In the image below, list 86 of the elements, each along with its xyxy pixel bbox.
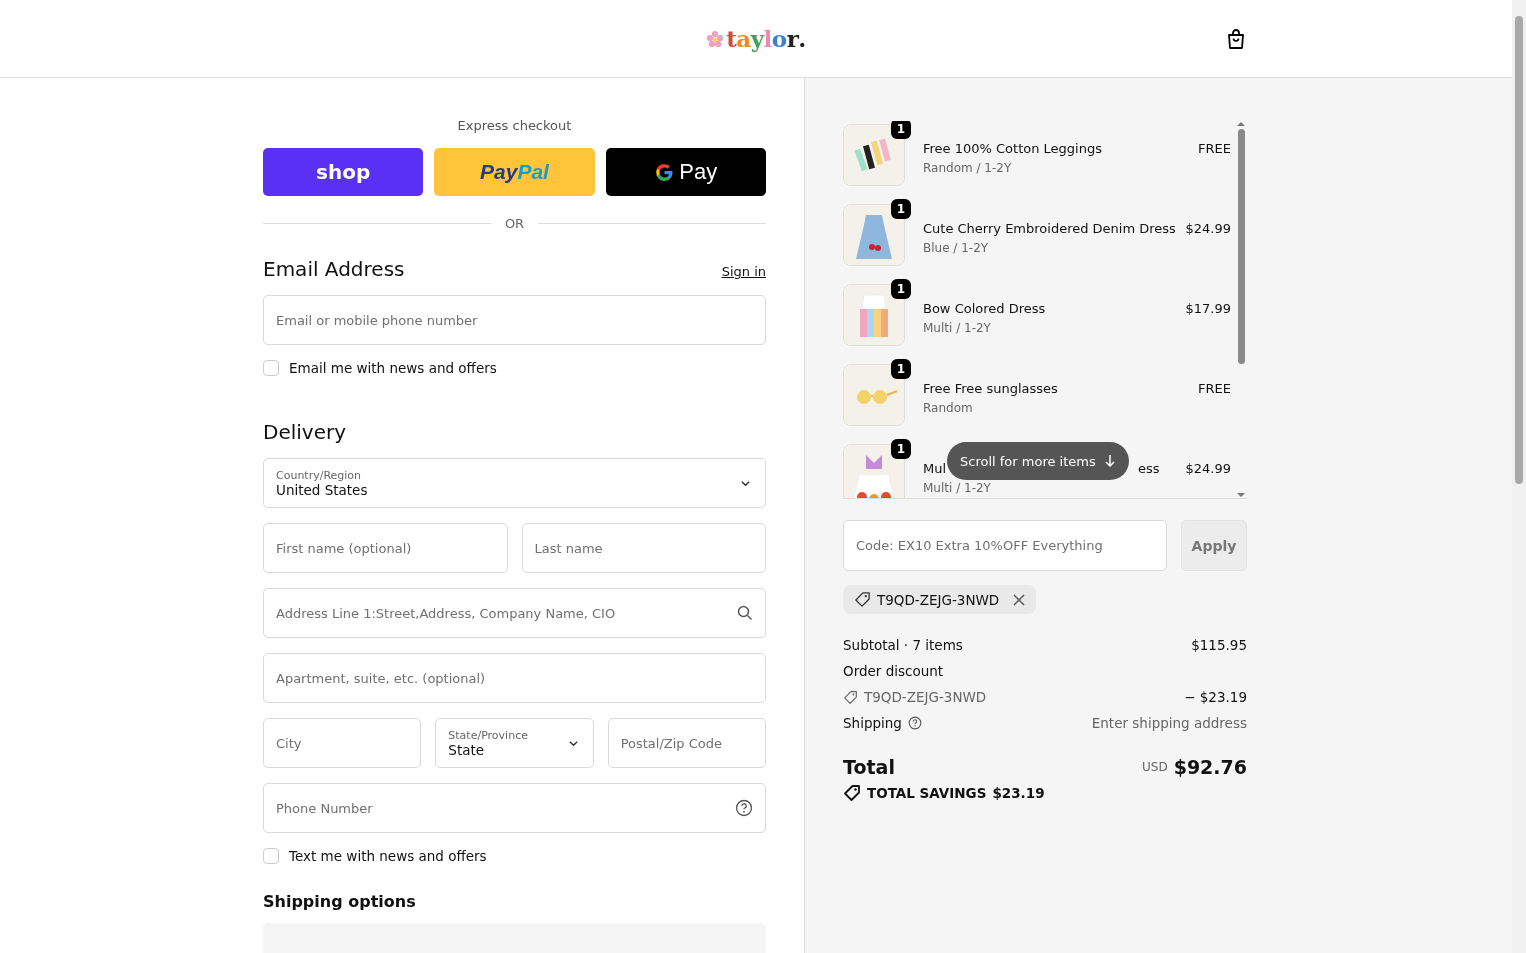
- product-name: Free Free sunglasses: [923, 381, 1058, 396]
- flower-icon: [706, 29, 725, 48]
- product-name: Mul: [923, 461, 947, 476]
- text-input[interactable]: First name (optional): [276, 540, 495, 556]
- checkbox[interactable]: [263, 848, 279, 864]
- product-price: $17.99: [1185, 300, 1232, 316]
- discount-code-input[interactable]: Code: EX10 Extra 10%OFF Everything: [856, 538, 1154, 553]
- subtotal-value: $115.95: [1191, 637, 1247, 653]
- select-field[interactable]: State/Province State: [435, 718, 594, 768]
- product-price: FREE: [1198, 380, 1232, 396]
- product-name: Free 100% Cotton Leggings: [923, 141, 1102, 156]
- shop-pay-button[interactable]: shop: [263, 148, 424, 196]
- google-pay-button[interactable]: Pay: [605, 148, 766, 196]
- checkbox-label: Email me with news and offers: [289, 360, 497, 376]
- text-input[interactable]: Last name: [534, 540, 753, 556]
- quantity-badge: 1: [891, 439, 911, 459]
- product-price: $24.99: [1185, 460, 1232, 476]
- logo[interactable]: taylor.: [706, 25, 806, 52]
- total-label: Total: [843, 756, 895, 778]
- discount-value: − $23.19: [1184, 689, 1247, 705]
- total-savings-value: $23.19: [992, 785, 1045, 801]
- discount-tag-code: T9QD-ZEJG-3NWD: [877, 591, 1000, 608]
- search-icon[interactable]: [737, 605, 753, 621]
- input-field[interactable]: Last name: [521, 523, 766, 573]
- quantity-badge: 1: [891, 359, 911, 379]
- or-divider-label: OR: [504, 216, 525, 231]
- scrollbar[interactable]: [1235, 121, 1247, 498]
- shipping-value: Enter shipping address: [1091, 715, 1247, 731]
- arrow-down-icon: [1103, 454, 1116, 468]
- text-input[interactable]: Postal/Zip Code: [620, 735, 753, 751]
- total-savings-label: TOTAL SAVINGS: [867, 785, 987, 801]
- quantity-badge: 1: [891, 279, 911, 299]
- sign-in-link[interactable]: Sign in: [721, 264, 766, 279]
- input-field[interactable]: Phone Number: [263, 783, 766, 833]
- shopping-bag-icon[interactable]: [1226, 28, 1246, 50]
- shipping-label: Shipping: [843, 715, 902, 731]
- checkbox-label: Text me with news and offers: [289, 848, 487, 864]
- product-price: $24.99: [1185, 220, 1232, 236]
- close-icon[interactable]: [1013, 593, 1026, 606]
- quantity-badge: 1: [891, 199, 911, 219]
- help-icon[interactable]: [735, 799, 753, 817]
- product-variant: Random / 1-2Y: [923, 161, 1013, 175]
- input-field[interactable]: Apartment, suite, etc. (optional): [263, 653, 766, 703]
- paypal-button[interactable]: PayPal: [434, 148, 595, 196]
- text-input[interactable]: Apartment, suite, etc. (optional): [276, 670, 753, 686]
- checkbox[interactable]: [263, 360, 279, 376]
- tag-icon: [843, 689, 858, 705]
- express-checkout-title: Express checkout: [456, 118, 573, 133]
- chevron-down-icon: [740, 478, 751, 489]
- product-name: Bow Colored Dress: [923, 301, 1046, 316]
- help-icon[interactable]: [907, 716, 922, 730]
- discount-code: T9QD-ZEJG-3NWD: [864, 689, 987, 705]
- apply-button[interactable]: Apply: [1181, 520, 1247, 571]
- product-name: Cute Cherry Embroidered Denim Dress: [923, 221, 1176, 236]
- text-input[interactable]: Address Line 1:Street,Address, Company Name, CIO: [276, 605, 729, 621]
- section-title: Email Address: [263, 257, 405, 281]
- tag-icon: [854, 591, 871, 608]
- section-title: Shipping options: [263, 892, 417, 911]
- discount-code-field[interactable]: Code: EX10 Extra 10%OFF Everything: [843, 520, 1167, 571]
- currency-code: USD: [1142, 760, 1168, 774]
- discount-label: Order discount: [843, 663, 944, 679]
- subtotal-label: Subtotal · 7 items: [843, 637, 963, 653]
- total-value: $92.76: [1173, 756, 1247, 778]
- input-field[interactable]: First name (optional): [263, 523, 508, 573]
- tag-icon: [843, 784, 861, 802]
- product-variant: Random: [923, 401, 974, 415]
- product-variant: Blue / 1-2Y: [923, 241, 990, 255]
- product-variant: Multi / 1-2Y: [923, 481, 992, 495]
- product-variant: Multi / 1-2Y: [923, 321, 992, 335]
- section-title: Delivery: [263, 420, 348, 444]
- product-price: FREE: [1198, 140, 1232, 156]
- page-scrollbar[interactable]: [1512, 0, 1526, 953]
- quantity-badge: 1: [891, 121, 911, 139]
- scroll-hint-button[interactable]: Scroll for more items: [947, 442, 1129, 480]
- email-field[interactable]: Email or mobile phone number: [263, 295, 766, 345]
- input-field[interactable]: Address Line 1:Street,Address, Company Name, CIO: [263, 588, 766, 638]
- text-input[interactable]: Phone Number: [276, 800, 727, 816]
- chevron-down-icon: [567, 738, 579, 749]
- text-input[interactable]: City: [276, 735, 409, 751]
- product-name: ess: [1138, 461, 1160, 476]
- input-field[interactable]: Postal/Zip Code: [607, 718, 766, 768]
- select-field[interactable]: Country/Region United States: [263, 458, 766, 508]
- input-field[interactable]: City: [263, 718, 422, 768]
- email-input[interactable]: Email or mobile phone number: [276, 312, 753, 328]
- arrow-down-icon[interactable]: [1236, 492, 1246, 498]
- arrow-up-icon[interactable]: [1236, 121, 1246, 127]
